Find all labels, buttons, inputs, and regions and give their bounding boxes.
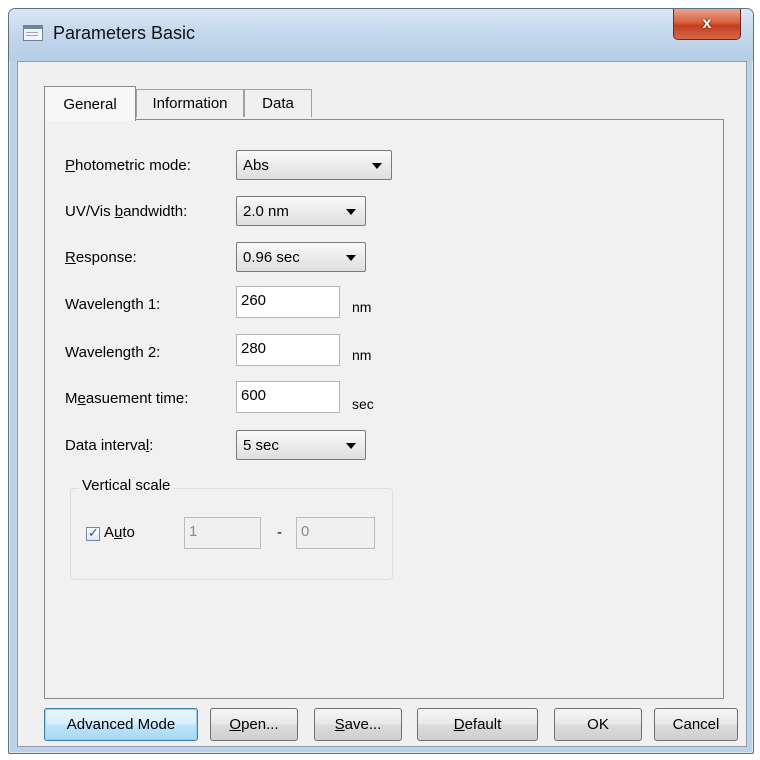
checkmark-icon: ✓ xyxy=(88,525,99,540)
scale-max-input[interactable]: 1 xyxy=(184,517,261,549)
chevron-down-icon xyxy=(346,255,356,261)
ok-label: OK xyxy=(587,716,609,733)
bandwidth-value: 2.0 nm xyxy=(243,203,289,220)
window-icon xyxy=(23,25,43,41)
data-interval-select[interactable]: 5 sec xyxy=(236,430,366,460)
open-label: Open... xyxy=(229,716,279,733)
response-label: Response: xyxy=(65,249,137,266)
data-interval-label: Data interval: xyxy=(65,437,154,454)
vertical-scale-title: Vertical scale xyxy=(79,477,174,494)
general-tab-panel: Photometric mode: Abs UV/Vis bandwidth: … xyxy=(44,119,724,699)
scale-separator: - xyxy=(277,524,282,541)
auto-label: Auto xyxy=(104,524,135,541)
wavelength1-input[interactable]: 260 xyxy=(236,286,340,318)
title-bar[interactable]: Parameters Basic x xyxy=(9,9,753,61)
advanced-mode-label: Advanced Mode xyxy=(66,716,176,733)
measurement-time-unit: sec xyxy=(352,396,374,412)
default-button[interactable]: Default xyxy=(417,708,538,741)
tab-information[interactable]: Information xyxy=(136,89,244,117)
bandwidth-label: UV/Vis bandwidth: xyxy=(65,203,188,220)
response-select[interactable]: 0.96 sec xyxy=(236,242,366,272)
measurement-time-input[interactable]: 600 xyxy=(236,381,340,413)
default-label: Default xyxy=(453,716,502,733)
photometric-mode-value: Abs xyxy=(243,157,269,174)
window-title: Parameters Basic xyxy=(53,23,196,43)
dialog-body: General Information Data Photometric mod… xyxy=(17,61,747,747)
cancel-label: Cancel xyxy=(672,716,720,733)
ok-button[interactable]: OK xyxy=(554,708,642,741)
auto-checkbox[interactable]: ✓ xyxy=(86,525,100,541)
open-button[interactable]: Open... xyxy=(210,708,298,741)
cancel-button[interactable]: Cancel xyxy=(654,708,738,741)
close-icon: x xyxy=(702,15,712,32)
tab-general-label: General xyxy=(63,95,117,113)
save-button[interactable]: Save... xyxy=(314,708,402,741)
chevron-down-icon xyxy=(372,163,382,169)
wavelength1-label: Wavelength 1: xyxy=(65,296,161,313)
save-label: Save... xyxy=(334,716,382,733)
wavelength1-unit: nm xyxy=(352,299,372,315)
parameters-dialog: Parameters Basic x General Information D… xyxy=(8,8,754,754)
measurement-time-label: Measuement time: xyxy=(65,390,189,407)
tab-general[interactable]: General xyxy=(44,86,136,121)
tab-data-label: Data xyxy=(262,95,294,112)
wavelength2-unit: nm xyxy=(352,347,372,363)
photometric-mode-select[interactable]: Abs xyxy=(236,150,392,180)
response-value: 0.96 sec xyxy=(243,249,300,266)
tab-data[interactable]: Data xyxy=(244,89,312,117)
bandwidth-select[interactable]: 2.0 nm xyxy=(236,196,366,226)
wavelength2-input[interactable]: 280 xyxy=(236,334,340,366)
wavelength2-label: Wavelength 2: xyxy=(65,344,161,361)
chevron-down-icon xyxy=(346,209,356,215)
photometric-mode-label: Photometric mode: xyxy=(65,157,191,174)
scale-min-input[interactable]: 0 xyxy=(296,517,375,549)
close-button[interactable]: x xyxy=(673,9,741,40)
data-interval-value: 5 sec xyxy=(243,437,279,454)
chevron-down-icon xyxy=(346,443,356,449)
advanced-mode-button[interactable]: Advanced Mode xyxy=(44,708,198,741)
tab-information-label: Information xyxy=(152,95,228,112)
